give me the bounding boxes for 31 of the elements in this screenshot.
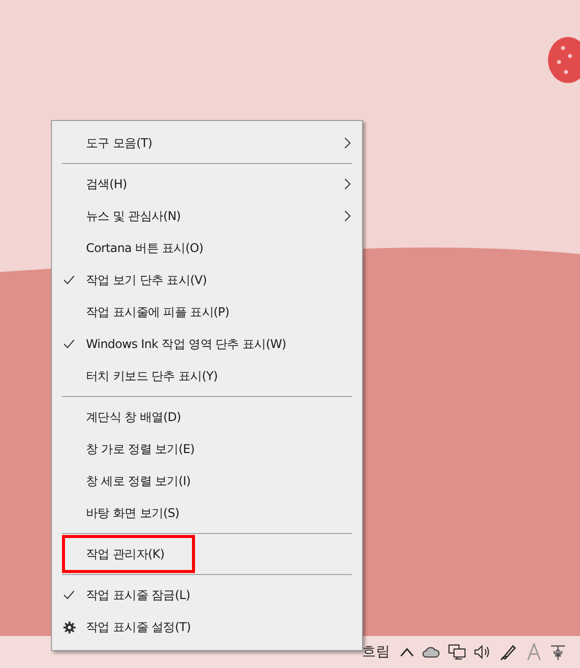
menu-item[interactable]: 뉴스 및 관심사(N): [52, 200, 362, 232]
menu-item[interactable]: Windows Ink 작업 영역 단추 표시(W): [52, 328, 362, 360]
menu-item-label: 검색(H): [86, 176, 127, 192]
menu-item[interactable]: 창 세로 정렬 보기(I): [52, 465, 362, 497]
menu-item-label: 작업 표시줄에 피플 표시(P): [86, 304, 230, 320]
menu-item-label: Cortana 버튼 표시(O): [86, 240, 204, 256]
menu-item[interactable]: 작업 표시줄 설정(T): [52, 611, 362, 643]
weather-text[interactable]: 흐림: [362, 643, 390, 661]
menu-item[interactable]: 창 가로 정렬 보기(E): [52, 433, 362, 465]
menu-item-label: 작업 표시줄 설정(T): [86, 618, 191, 636]
menu-item[interactable]: 작업 표시줄에 피플 표시(P): [52, 296, 362, 328]
menu-item-label: 바탕 화면 보기(S): [86, 504, 180, 522]
menu-item-label: 계단식 창 배열(D): [86, 408, 181, 426]
menu-item-label: 뉴스 및 관심사(N): [86, 208, 181, 224]
menu-item-label: 도구 모음(T): [86, 134, 152, 152]
menu-item[interactable]: 작업 관리자(K): [52, 538, 362, 570]
menu-item[interactable]: 검색(H): [52, 168, 362, 200]
menu-item[interactable]: 도구 모음(T): [52, 127, 362, 159]
menu-item[interactable]: 터치 키보드 단추 표시(Y): [52, 360, 362, 392]
menu-item-label: 작업 표시줄 잠금(L): [86, 586, 190, 604]
menu-item[interactable]: 작업 보기 단추 표시(V): [52, 264, 362, 296]
menu-item-label: 창 가로 정렬 보기(E): [86, 440, 194, 458]
menu-item[interactable]: 바탕 화면 보기(S): [52, 497, 362, 529]
menu-item-label: 터치 키보드 단추 표시(Y): [86, 368, 218, 384]
menu-item[interactable]: 계단식 창 배열(D): [52, 401, 362, 433]
menu-item-label: 작업 보기 단추 표시(V): [86, 272, 207, 288]
menu-item-label: 창 세로 정렬 보기(I): [86, 472, 190, 490]
menu-item[interactable]: 작업 표시줄 잠금(L): [52, 579, 362, 611]
menu-item-label: 작업 관리자(K): [86, 546, 164, 562]
menu-item-label: Windows Ink 작업 영역 단추 표시(W): [86, 336, 286, 352]
menu-item[interactable]: Cortana 버튼 표시(O): [52, 232, 362, 264]
